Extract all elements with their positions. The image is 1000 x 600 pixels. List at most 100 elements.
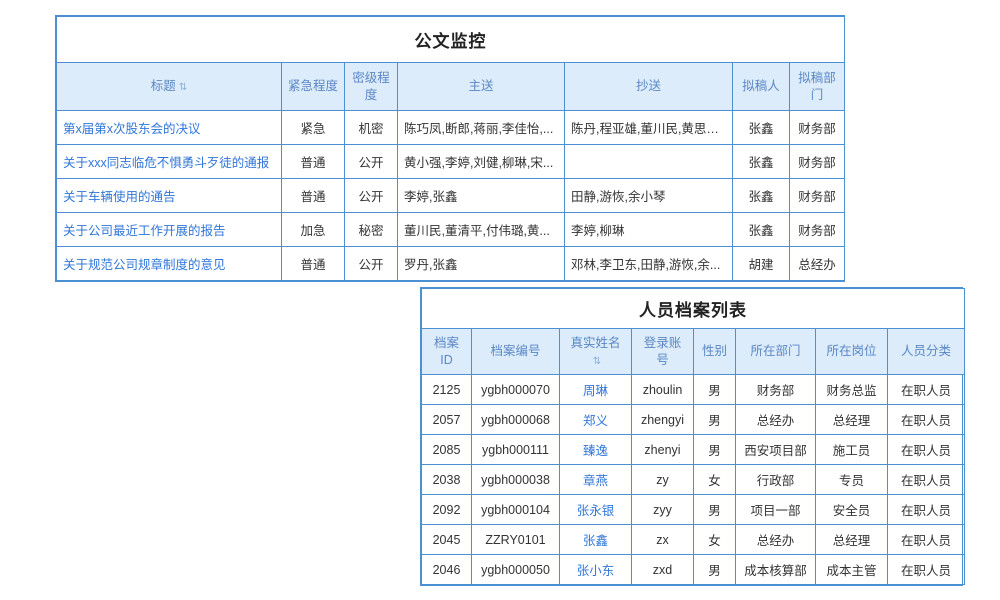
real-name-link[interactable]: 张小东 [577,564,615,578]
dept-cell: 西安项目部 [736,435,816,465]
personnel-title-row: 人员档案列表 [422,289,965,329]
secrecy-cell: 秘密 [345,213,398,247]
gender-cell: 男 [694,375,736,405]
real-name-link[interactable]: 张永银 [577,504,615,518]
main-send-cell: 董川民,董清平,付伟璐,黄... [398,213,565,247]
login-account-cell: zhenyi [632,435,694,465]
real-name-link[interactable]: 臻逸 [583,444,608,458]
real-name-link[interactable]: 周琳 [583,384,608,398]
secrecy-cell: 公开 [345,179,398,213]
column-header-login-account: 登录账号 [632,329,694,375]
archive-id-cell: 2045 [422,525,472,555]
real-name-link[interactable]: 章燕 [583,474,608,488]
archive-code-cell: ygbh000104 [472,495,560,525]
dept-cell: 财务部 [736,375,816,405]
draft-dept-cell: 总经办 [790,247,845,281]
table-row: 2046 ygbh000050 张小东 zxd 男 成本核算部 成本主管 在职人… [422,555,965,585]
dept-cell: 总经办 [736,525,816,555]
personnel-header-row: 档案ID 档案编号 真实姓名⇅ 登录账号 性别 所在部门 所在岗位 人员分类 [422,329,965,375]
column-header-secrecy: 密级程度 [345,63,398,111]
main-send-cell: 李婷,张鑫 [398,179,565,213]
cc-cell: 李婷,柳琳 [565,213,733,247]
real-name-link[interactable]: 郑义 [583,414,608,428]
table-row: 关于xxx同志临危不惧勇斗歹徒的通报 普通 公开 黄小强,李婷,刘健,柳琳,宋.… [57,145,845,179]
archive-id-cell: 2057 [422,405,472,435]
table-row: 关于规范公司规章制度的意见 普通 公开 罗丹,张鑫 邓林,李卫东,田静,游恢,余… [57,247,845,281]
cc-cell: 陈丹,程亚雄,董川民,黄思璐... [565,111,733,145]
draft-dept-cell: 财务部 [790,111,845,145]
sort-icon[interactable]: ⇅ [593,356,601,367]
category-cell: 在职人员 [888,465,965,495]
post-cell: 施工员 [816,435,888,465]
dept-cell: 行政部 [736,465,816,495]
doc-title-link[interactable]: 关于规范公司规章制度的意见 [63,258,226,272]
category-cell: 在职人员 [888,405,965,435]
table-row: 第x届第x次股东会的决议 紧急 机密 陈巧凤,断郎,蒋丽,李佳怡,... 陈丹,… [57,111,845,145]
login-account-cell: zxd [632,555,694,585]
doc-monitor-panel: 公文监控 标题⇅ 紧急程度 密级程度 主送 抄送 拟稿人 拟稿部门 第x届第x次… [55,15,845,282]
archive-code-cell: ygbh000038 [472,465,560,495]
cc-cell: 田静,游恢,余小琴 [565,179,733,213]
column-header-real-name-label: 真实姓名 [570,336,620,350]
login-account-cell: zy [632,465,694,495]
table-row: 2057 ygbh000068 郑义 zhengyi 男 总经办 总经理 在职人… [422,405,965,435]
real-name-link[interactable]: 张鑫 [583,534,608,548]
category-cell: 在职人员 [888,375,965,405]
personnel-list-table: 人员档案列表 档案ID 档案编号 真实姓名⇅ 登录账号 性别 所在部门 所在岗位… [421,288,965,585]
column-header-category: 人员分类 [888,329,965,375]
post-cell: 专员 [816,465,888,495]
table-row: 关于公司最近工作开展的报告 加急 秘密 董川民,董清平,付伟璐,黄... 李婷,… [57,213,845,247]
column-header-urgency: 紧急程度 [282,63,345,111]
urgency-cell: 普通 [282,179,345,213]
column-header-title[interactable]: 标题⇅ [57,63,282,111]
personnel-list-panel: 人员档案列表 档案ID 档案编号 真实姓名⇅ 登录账号 性别 所在部门 所在岗位… [420,287,963,586]
sort-icon[interactable]: ⇅ [179,82,187,93]
secrecy-cell: 公开 [345,247,398,281]
column-header-archive-code: 档案编号 [472,329,560,375]
urgency-cell: 紧急 [282,111,345,145]
draft-dept-cell: 财务部 [790,179,845,213]
column-header-archive-id: 档案ID [422,329,472,375]
archive-id-cell: 2092 [422,495,472,525]
archive-code-cell: ygbh000050 [472,555,560,585]
archive-code-cell: ZZRY0101 [472,525,560,555]
urgency-cell: 加急 [282,213,345,247]
archive-id-cell: 2085 [422,435,472,465]
main-send-cell: 黄小强,李婷,刘健,柳琳,宋... [398,145,565,179]
dept-cell: 项目一部 [736,495,816,525]
login-account-cell: zhoulin [632,375,694,405]
column-header-cc: 抄送 [565,63,733,111]
secrecy-cell: 机密 [345,111,398,145]
post-cell: 财务总监 [816,375,888,405]
draft-dept-cell: 财务部 [790,213,845,247]
column-header-drafter: 拟稿人 [733,63,790,111]
main-send-cell: 陈巧凤,断郎,蒋丽,李佳怡,... [398,111,565,145]
table-row: 2038 ygbh000038 章燕 zy 女 行政部 专员 在职人员 [422,465,965,495]
doc-title-link[interactable]: 关于车辆使用的通告 [63,190,176,204]
doc-monitor-title-row: 公文监控 [57,17,845,63]
column-header-title-label: 标题 [151,79,176,93]
drafter-cell: 张鑫 [733,179,790,213]
login-account-cell: zyy [632,495,694,525]
dept-cell: 成本核算部 [736,555,816,585]
post-cell: 成本主管 [816,555,888,585]
column-header-post: 所在岗位 [816,329,888,375]
cc-cell: 邓林,李卫东,田静,游恢,余... [565,247,733,281]
doc-title-link[interactable]: 关于公司最近工作开展的报告 [63,224,226,238]
drafter-cell: 张鑫 [733,145,790,179]
drafter-cell: 张鑫 [733,111,790,145]
post-cell: 总经理 [816,405,888,435]
gender-cell: 男 [694,435,736,465]
cc-cell [565,145,733,179]
drafter-cell: 张鑫 [733,213,790,247]
doc-title-link[interactable]: 第x届第x次股东会的决议 [63,122,201,136]
table-row: 关于车辆使用的通告 普通 公开 李婷,张鑫 田静,游恢,余小琴 张鑫 财务部 [57,179,845,213]
login-account-cell: zhengyi [632,405,694,435]
column-header-real-name[interactable]: 真实姓名 ⇅ [560,329,632,375]
doc-title-link[interactable]: 关于xxx同志临危不惧勇斗歹徒的通报 [63,156,269,170]
table-row: 2092 ygbh000104 张永银 zyy 男 项目一部 安全员 在职人员 [422,495,965,525]
post-cell: 总经理 [816,525,888,555]
login-account-cell: zx [632,525,694,555]
table-row: 2045 ZZRY0101 张鑫 zx 女 总经办 总经理 在职人员 [422,525,965,555]
urgency-cell: 普通 [282,247,345,281]
